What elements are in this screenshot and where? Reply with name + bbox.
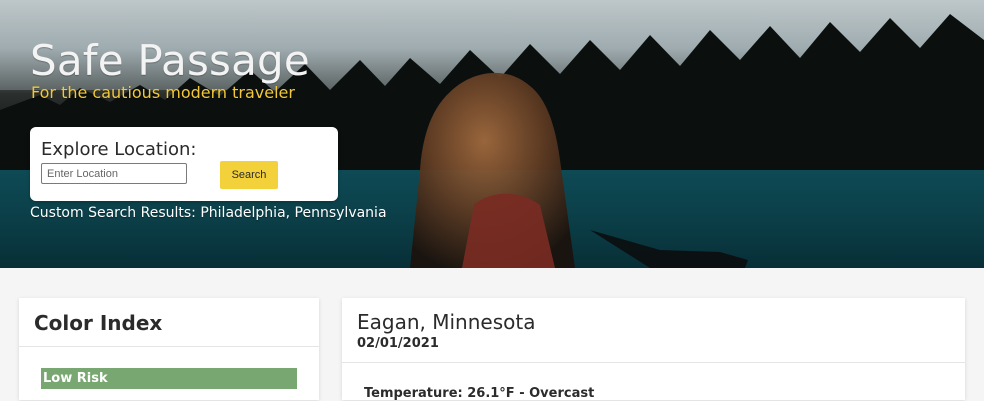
site-title: Safe Passage <box>30 36 310 85</box>
hero-banner: Safe Passage For the cautious modern tra… <box>0 0 984 268</box>
custom-search-results-text: Custom Search Results: Philadelphia, Pen… <box>30 205 387 221</box>
location-search-input[interactable] <box>41 163 187 184</box>
risk-item-low: Low Risk <box>41 368 297 389</box>
temperature-line: Temperature: 26.1°F - Overcast <box>364 386 595 401</box>
search-button[interactable]: Search <box>220 161 278 189</box>
location-date: 02/01/2021 <box>357 336 439 351</box>
color-index-panel: Color Index Low Risk <box>19 298 319 400</box>
color-index-header: Color Index <box>19 298 319 347</box>
location-details-panel: Eagan, Minnesota 02/01/2021 Temperature:… <box>342 298 965 401</box>
explore-location-heading: Explore Location: <box>41 139 197 160</box>
location-name: Eagan, Minnesota <box>357 310 536 334</box>
explore-location-card: Explore Location: Search <box>30 127 338 201</box>
color-index-title: Color Index <box>34 311 163 335</box>
site-subtitle: For the cautious modern traveler <box>31 83 295 102</box>
location-header: Eagan, Minnesota 02/01/2021 <box>342 298 965 363</box>
